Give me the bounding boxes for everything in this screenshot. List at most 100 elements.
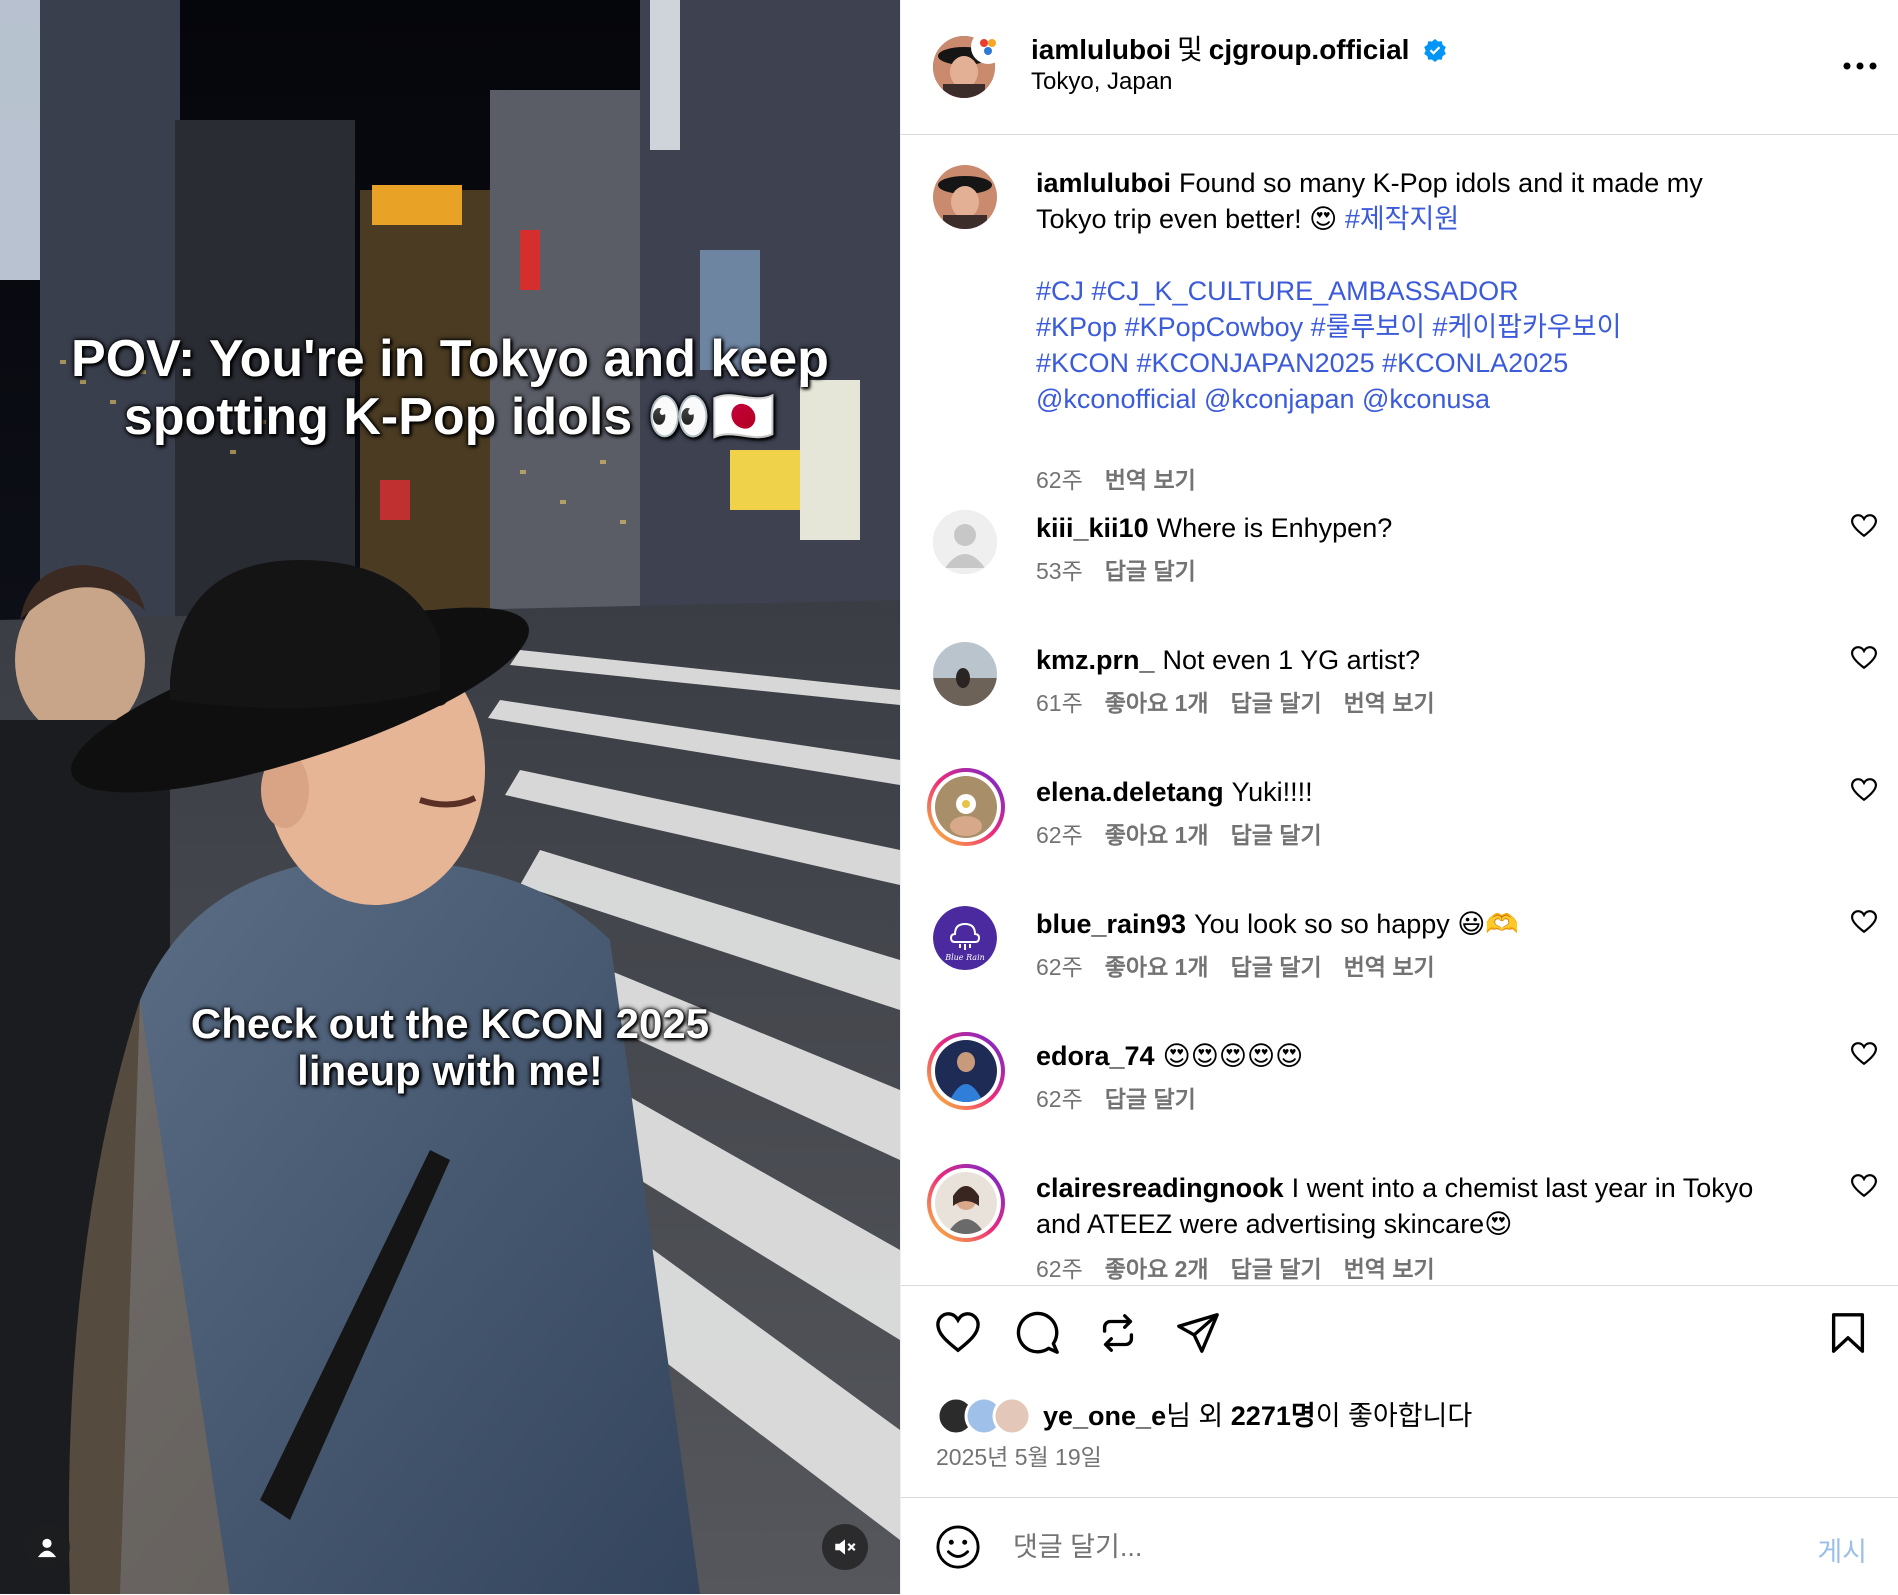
comment-translate-button[interactable]: 번역 보기 (1344, 1256, 1435, 1282)
video-frame (0, 0, 900, 1594)
blue-rain-logo-text: Blue Rain (944, 953, 985, 962)
comment-age[interactable]: 61주 (1036, 690, 1083, 716)
more-dots-icon (1843, 62, 1877, 70)
post-location[interactable]: Tokyo, Japan (1031, 68, 1172, 96)
caption-hashtags-2[interactable]: #KPop #KPopCowboy #룰루보이 #케이팝카우보이 (1036, 309, 1766, 345)
comment-translate-button[interactable]: 번역 보기 (1344, 690, 1435, 716)
comments-scroll[interactable]: iamluluboi Found so many K-Pop idols and … (901, 135, 1898, 1285)
comment-like-count[interactable]: 좋아요 1개 (1105, 690, 1209, 716)
comment-age[interactable]: 62주 (1036, 1256, 1083, 1282)
comment-body: edora_74 😍😍😍😍😍 (1036, 1038, 1766, 1074)
owner-username[interactable]: iamluluboi (1031, 34, 1171, 65)
comment-age[interactable]: 62주 (1036, 822, 1083, 848)
comment-like-heart-icon[interactable] (1851, 910, 1877, 934)
comment-avatar[interactable] (933, 510, 997, 574)
caption-username[interactable]: iamluluboi (1036, 168, 1171, 198)
comment-age[interactable]: 53주 (1036, 558, 1083, 584)
comment-reply-button[interactable]: 답글 달기 (1231, 1256, 1322, 1282)
post-date[interactable]: 2025년 5월 19일 (936, 1438, 1102, 1472)
comment-text: Where is Enhypen? (1156, 513, 1393, 543)
comment-text: Yuki!!!! (1231, 777, 1313, 807)
collab-username[interactable]: cjgroup.official (1209, 34, 1410, 65)
comment-like-heart-icon[interactable] (1851, 1042, 1877, 1066)
caption-mentions[interactable]: @kconofficial @kconjapan @kconusa (1036, 381, 1766, 417)
comment-reply-button[interactable]: 답글 달기 (1231, 690, 1322, 716)
caption-translate-button[interactable]: 번역 보기 (1105, 467, 1196, 493)
post-comment-button[interactable]: 게시 (1817, 1530, 1867, 1569)
comment-like-heart-icon[interactable] (1851, 778, 1877, 802)
comment-meta: 62주 좋아요 2개 답글 달기 번역 보기 (1036, 1250, 1457, 1284)
more-options-button[interactable] (1843, 44, 1877, 78)
comment-text: Not even 1 YG artist? (1162, 645, 1421, 675)
comment-reply-button[interactable]: 답글 달기 (1231, 954, 1322, 980)
comment-like-heart-icon[interactable] (1851, 1174, 1877, 1198)
comment-reply-button[interactable]: 답글 달기 (1105, 558, 1196, 584)
comment-reply-button[interactable]: 답글 달기 (1105, 1086, 1196, 1112)
comment-meta: 62주 좋아요 1개 답글 달기 번역 보기 (1036, 948, 1457, 982)
comment-username[interactable]: kiii_kii10 (1036, 513, 1149, 543)
story-ring[interactable] (927, 1164, 1005, 1242)
repost-icon[interactable] (1095, 1310, 1141, 1356)
comment-meta: 53주 답글 달기 (1036, 552, 1218, 586)
comment-avatar-image (935, 776, 997, 838)
like-heart-icon[interactable] (935, 1310, 981, 1356)
post-header: iamluluboi 및 cjgroup.official Tokyo, Japan (901, 0, 1898, 135)
comment-body: kiii_kii10 Where is Enhypen? (1036, 510, 1766, 546)
likes-user[interactable]: ye_one_e (1043, 1401, 1166, 1431)
caption-hashtags-1[interactable]: #CJ #CJ_K_CULTURE_AMBASSADOR (1036, 273, 1766, 309)
blue-rain-logo-icon: Blue Rain (933, 906, 997, 970)
comment-username[interactable]: edora_74 (1036, 1041, 1155, 1071)
comment-like-heart-icon[interactable] (1851, 514, 1877, 538)
emoji-picker-icon[interactable] (935, 1524, 981, 1570)
caption-author-avatar[interactable] (933, 165, 997, 229)
overlay-caption-top: POV: You're in Tokyo and keep spotting K… (71, 330, 829, 447)
comment-username[interactable]: elena.deletang (1036, 777, 1224, 807)
post-media[interactable]: POV: You're in Tokyo and keep spotting K… (0, 0, 900, 1594)
caption-hashtags-3[interactable]: #KCON #KCONJAPAN2025 #KCONLA2025 (1036, 345, 1766, 381)
comment-reply-button[interactable]: 답글 달기 (1231, 822, 1322, 848)
comment-age[interactable]: 62주 (1036, 954, 1083, 980)
comment-username[interactable]: clairesreadingnook (1036, 1173, 1284, 1203)
story-ring[interactable] (927, 1032, 1005, 1110)
comment-text: 😍😍😍😍😍 (1162, 1041, 1304, 1071)
tagged-users-button[interactable] (24, 1524, 70, 1570)
comment-input[interactable] (1011, 1526, 1715, 1568)
likes-summary[interactable]: ye_one_e님 외 2271명이 좋아합니다 (1043, 1394, 1472, 1433)
comment-composer: 게시 (901, 1497, 1898, 1595)
comment-meta: 62주 답글 달기 (1036, 1080, 1218, 1114)
comment-age[interactable]: 62주 (1036, 1086, 1083, 1112)
comment-avatar[interactable] (933, 642, 997, 706)
comment-avatar-image (935, 1172, 997, 1234)
likes-suffix2: 이 좋아합니다 (1315, 1401, 1473, 1431)
comment-avatar-image (935, 1040, 997, 1102)
caption-meta: 62주 번역 보기 (1036, 461, 1218, 495)
comment-translate-button[interactable]: 번역 보기 (1344, 954, 1435, 980)
overlay-caption-bottom: Check out the KCON 2025 lineup with me! (190, 1000, 710, 1095)
liker-avatars[interactable] (936, 1396, 1032, 1436)
person-icon (37, 1538, 57, 1558)
comment-like-heart-icon[interactable] (1851, 646, 1877, 670)
story-ring[interactable] (927, 768, 1005, 846)
caption-hashtag-inline[interactable]: #제작지원 (1345, 204, 1459, 234)
comment-like-count[interactable]: 좋아요 2개 (1105, 1256, 1209, 1282)
comment-body: kmz.prn_ Not even 1 YG artist? (1036, 642, 1766, 678)
bookmark-icon[interactable] (1825, 1310, 1871, 1356)
mute-button[interactable] (822, 1524, 868, 1570)
comment-bubble-icon[interactable] (1015, 1310, 1061, 1356)
caption-age[interactable]: 62주 (1036, 467, 1083, 493)
collab-avatar[interactable] (971, 30, 1005, 64)
comment-username[interactable]: blue_rain93 (1036, 909, 1186, 939)
comment-username[interactable]: kmz.prn_ (1036, 645, 1155, 675)
likes-count[interactable]: 2271명 (1231, 1401, 1316, 1431)
comment-body: clairesreadingnook I went into a chemist … (1036, 1170, 1766, 1242)
comment-avatar[interactable]: Blue Rain (933, 906, 997, 970)
comment-body: elena.deletang Yuki!!!! (1036, 774, 1766, 810)
share-send-icon[interactable] (1175, 1310, 1221, 1356)
comment-like-count[interactable]: 좋아요 1개 (1105, 954, 1209, 980)
likes-suffix1: 님 외 (1166, 1401, 1231, 1431)
liker-avatars-image (936, 1396, 1032, 1436)
comment-like-count[interactable]: 좋아요 1개 (1105, 822, 1209, 848)
post-side-panel: iamluluboi 및 cjgroup.official Tokyo, Japan (900, 0, 1898, 1594)
comment-avatar-image (933, 642, 997, 706)
verified-badge-icon (1424, 39, 1447, 62)
